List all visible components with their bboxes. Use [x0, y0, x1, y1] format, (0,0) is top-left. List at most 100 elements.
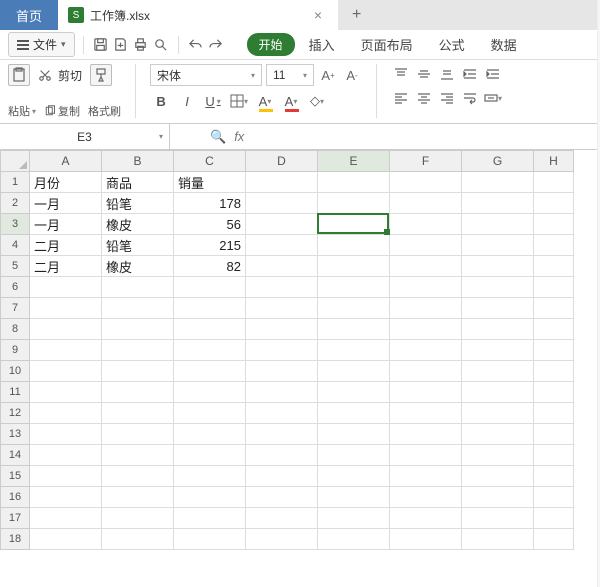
cell[interactable] [246, 235, 318, 256]
cell[interactable] [246, 466, 318, 487]
cell[interactable] [462, 256, 534, 277]
cell[interactable] [390, 382, 462, 403]
row-header[interactable]: 8 [0, 319, 30, 340]
cell[interactable] [174, 403, 246, 424]
row-header[interactable]: 2 [0, 193, 30, 214]
cell[interactable] [102, 382, 174, 403]
cell[interactable] [462, 298, 534, 319]
cell[interactable] [534, 319, 574, 340]
cell[interactable] [30, 466, 102, 487]
cell[interactable] [30, 382, 102, 403]
cell[interactable] [102, 361, 174, 382]
cell[interactable] [534, 277, 574, 298]
tab-home[interactable]: 首页 [0, 0, 58, 30]
cell[interactable] [390, 487, 462, 508]
wrap-text-icon[interactable] [460, 88, 480, 108]
cell[interactable] [246, 424, 318, 445]
cell[interactable] [246, 298, 318, 319]
cell[interactable] [246, 361, 318, 382]
row-header[interactable]: 12 [0, 403, 30, 424]
cells-area[interactable]: 月份商品销量一月铅笔178一月橡皮56二月铅笔215二月橡皮82 [30, 172, 574, 550]
cell[interactable] [390, 235, 462, 256]
cell[interactable] [318, 277, 390, 298]
cell[interactable] [246, 277, 318, 298]
cell[interactable]: 56 [174, 214, 246, 235]
cell[interactable] [390, 466, 462, 487]
format-painter-button[interactable]: 格式刷 [88, 103, 121, 119]
undo-icon[interactable] [187, 36, 205, 54]
cell[interactable] [174, 298, 246, 319]
increase-font-icon[interactable]: A+ [318, 65, 338, 85]
cell[interactable] [102, 340, 174, 361]
cell[interactable] [246, 172, 318, 193]
cell[interactable] [174, 277, 246, 298]
new-tab-button[interactable]: + [338, 0, 375, 30]
cell[interactable] [318, 319, 390, 340]
column-header-G[interactable]: G [462, 150, 534, 172]
cell[interactable] [174, 529, 246, 550]
cut-label[interactable]: 剪切 [58, 67, 82, 84]
cell[interactable] [462, 193, 534, 214]
column-header-F[interactable]: F [390, 150, 462, 172]
row-header[interactable]: 11 [0, 382, 30, 403]
cell[interactable] [462, 382, 534, 403]
cell[interactable] [318, 403, 390, 424]
cell[interactable] [390, 172, 462, 193]
cell[interactable] [174, 487, 246, 508]
cell[interactable] [462, 214, 534, 235]
cell[interactable] [534, 172, 574, 193]
cell[interactable]: 82 [174, 256, 246, 277]
cell[interactable] [390, 424, 462, 445]
cell[interactable] [246, 403, 318, 424]
formula-bar[interactable]: 🔍 fx [170, 124, 244, 149]
cell[interactable] [30, 487, 102, 508]
effects-button[interactable]: ◇▾ [306, 90, 328, 112]
save-icon[interactable] [92, 36, 110, 54]
cell[interactable] [390, 445, 462, 466]
cell[interactable] [462, 319, 534, 340]
cell[interactable] [534, 403, 574, 424]
cell[interactable] [246, 340, 318, 361]
cell[interactable] [246, 319, 318, 340]
cell[interactable] [246, 256, 318, 277]
cell[interactable] [318, 424, 390, 445]
save-as-icon[interactable] [112, 36, 130, 54]
copy-button[interactable]: 复制 [44, 103, 80, 119]
column-header-D[interactable]: D [246, 150, 318, 172]
cell[interactable] [462, 508, 534, 529]
cell[interactable] [246, 382, 318, 403]
row-header[interactable]: 10 [0, 361, 30, 382]
align-bottom-icon[interactable] [437, 64, 457, 84]
cell[interactable] [390, 508, 462, 529]
cell[interactable] [534, 361, 574, 382]
cell[interactable] [390, 340, 462, 361]
cell[interactable] [318, 466, 390, 487]
cell[interactable] [534, 235, 574, 256]
border-button[interactable]: ▾ [228, 90, 250, 112]
cell[interactable] [534, 445, 574, 466]
cell[interactable]: 铅笔 [102, 235, 174, 256]
column-header-B[interactable]: B [102, 150, 174, 172]
cell[interactable] [174, 466, 246, 487]
fill-color-button[interactable]: A▾ [254, 90, 276, 112]
ribbon-tab-layout[interactable]: 页面布局 [349, 35, 425, 54]
italic-button[interactable]: I [176, 90, 198, 112]
row-header[interactable]: 1 [0, 172, 30, 193]
row-header[interactable]: 18 [0, 529, 30, 550]
cell[interactable] [30, 340, 102, 361]
cell[interactable]: 月份 [30, 172, 102, 193]
cell[interactable] [246, 529, 318, 550]
print-preview-icon[interactable] [152, 36, 170, 54]
row-header[interactable]: 9 [0, 340, 30, 361]
print-icon[interactable] [132, 36, 150, 54]
align-middle-icon[interactable] [414, 64, 434, 84]
cell[interactable] [174, 445, 246, 466]
cell[interactable] [534, 529, 574, 550]
cell[interactable] [390, 319, 462, 340]
cell[interactable] [462, 466, 534, 487]
cell[interactable] [534, 340, 574, 361]
cell[interactable] [318, 235, 390, 256]
cell[interactable] [30, 319, 102, 340]
row-header[interactable]: 16 [0, 487, 30, 508]
cell[interactable] [318, 298, 390, 319]
